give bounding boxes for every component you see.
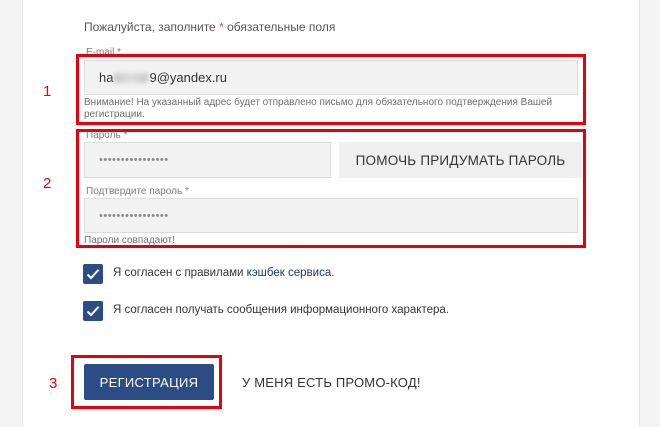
hint-text-end: обязательные поля (223, 20, 336, 34)
agree-rules-label: Я согласен с правилами кэшбек сервиса. (113, 267, 334, 279)
agree-rules-text: Я согласен с правилами (113, 267, 247, 279)
agree-rules-period: . (331, 267, 335, 279)
agree-rules-checkbox[interactable] (83, 264, 103, 284)
checkmark-icon (86, 306, 100, 317)
required-fields-hint: Пожалуйста, заполните * обязательные пол… (84, 20, 335, 34)
annotation-box-3 (71, 355, 222, 409)
annotation-box-1 (76, 54, 586, 125)
annotation-number-2: 2 (43, 175, 52, 192)
annotation-number-3: 3 (49, 375, 58, 392)
agree-info-checkbox[interactable] (83, 301, 103, 321)
annotation-box-2 (76, 129, 586, 248)
promo-code-link[interactable]: У МЕНЯ ЕСТЬ ПРОМО-КОД! (242, 375, 421, 390)
cashback-rules-link[interactable]: кэшбек сервиса (247, 267, 332, 279)
agree-info-label: Я согласен получать сообщения информацио… (113, 304, 449, 316)
annotation-number-1: 1 (43, 83, 52, 100)
hint-text: Пожалуйста, заполните (84, 20, 220, 34)
checkmark-icon (86, 269, 100, 280)
